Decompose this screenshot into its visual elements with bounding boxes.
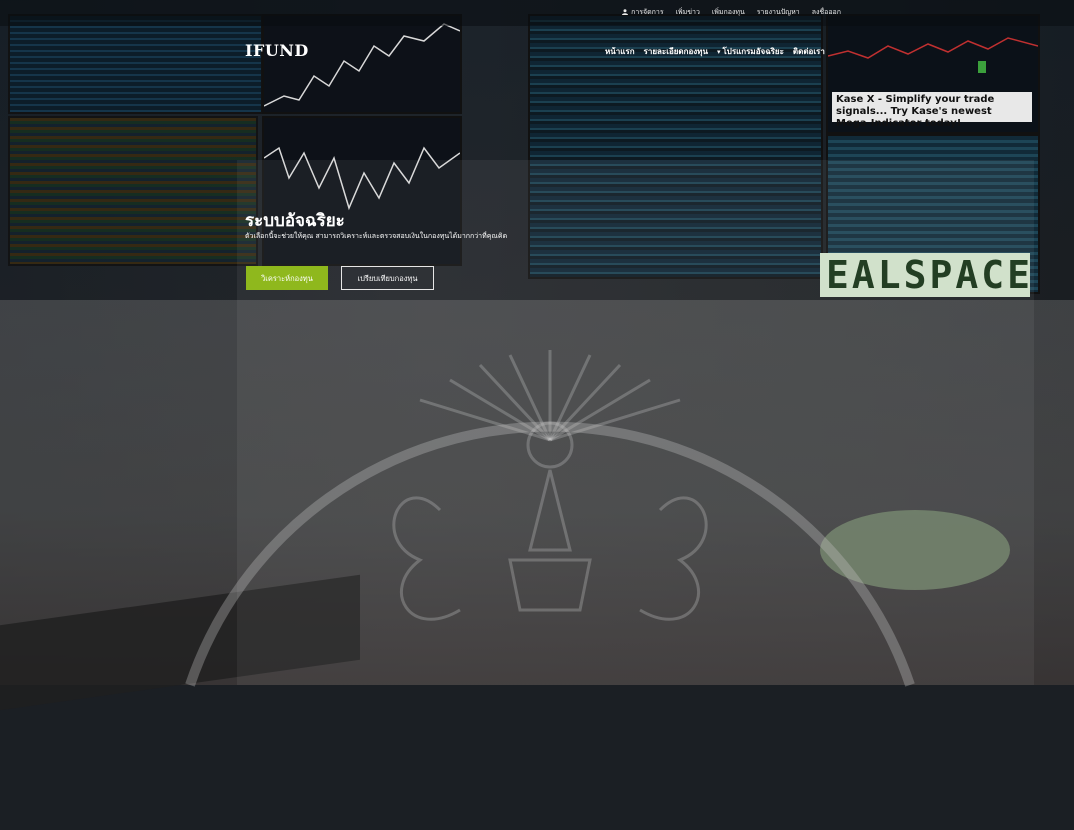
nav-item-contact[interactable]: ติดต่อเรา (793, 45, 825, 58)
top-utility-bar: การจัดการ เพิ่มข่าว เพิ่มกองทุน รายงานปั… (0, 0, 1074, 26)
top-link-manage[interactable]: การจัดการ (622, 7, 664, 18)
nav-item-fund-details[interactable]: รายละเอียดกองทุน (644, 45, 708, 58)
hero-title: ระบบอัจฉริยะ (245, 211, 345, 231)
chart-line-icon (263, 23, 461, 107)
background-ad-banner: Kase X - Simplify your trade signals... … (832, 92, 1032, 129)
top-link-add-news[interactable]: เพิ่มข่าว (676, 7, 700, 18)
top-link-logout[interactable]: ลงชื่อออก (812, 7, 841, 18)
caret-down-icon: ▾ (716, 48, 721, 56)
top-link-report-problem[interactable]: รายงานปัญหา (757, 7, 800, 18)
user-icon (622, 9, 629, 15)
hero-subtitle: ตัวเลือกนี้จะช่วยให้คุณ สามารถวิเคราะห์แ… (245, 232, 508, 240)
top-links: การจัดการ เพิ่มข่าว เพิ่มกองทุน รายงานปั… (622, 7, 841, 18)
analyze-fund-button[interactable]: วิเคราะห์กองทุน (246, 266, 328, 290)
background-image: Kase X - Simplify your trade signals... … (0, 0, 1074, 711)
nav-item-label: โปรแกรมอัจฉริยะ (722, 47, 784, 56)
nav-item-home[interactable]: หน้าแรก (605, 45, 635, 58)
chart-line-icon (827, 37, 1039, 73)
monitor-screen (8, 116, 258, 266)
top-link-add-fund[interactable]: เพิ่มกองทุน (712, 7, 745, 18)
monitor-screen (262, 14, 462, 114)
brand-logo[interactable]: IFUND (245, 41, 309, 60)
top-link-label: การจัดการ (631, 8, 664, 16)
nav-item-smart-program[interactable]: ▾ โปรแกรมอัจฉริยะ (717, 45, 784, 58)
monitor-screen (8, 14, 263, 114)
compare-fund-button[interactable]: เปรียบเทียบกองทุน (341, 266, 434, 290)
main-nav: หน้าแรก รายละเอียดกองทุน ▾ โปรแกรมอัจฉริย… (605, 45, 825, 58)
